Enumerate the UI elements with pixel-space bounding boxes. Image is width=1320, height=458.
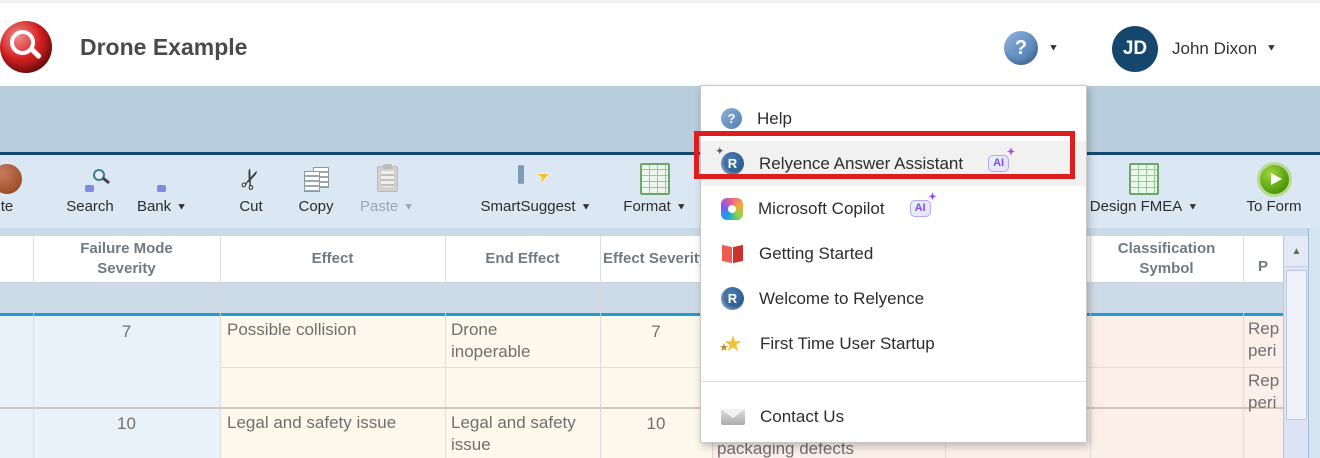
- bank-caret-icon: [176, 201, 187, 211]
- cut-button[interactable]: ✂ Cut: [226, 155, 276, 228]
- clipped-left-button[interactable]: te: [0, 155, 40, 228]
- grid-right-edge: [1308, 228, 1320, 458]
- relyence-app-window: Drone Example JD John Dixon Function Net…: [0, 0, 1320, 458]
- design-fmea-caret-icon: [1187, 201, 1198, 211]
- to-form-button[interactable]: To Form: [1240, 155, 1308, 228]
- help-button-icon[interactable]: [1004, 31, 1038, 65]
- worksheet-toolbar: te Search Bank ✂ Cut Copy Paste ➤ SmartS…: [0, 155, 1320, 377]
- search-icon: [79, 166, 105, 192]
- clipped-button-icon: [0, 164, 22, 194]
- header-classification-symbol: Classification Symbol: [1117, 239, 1216, 277]
- app-header: Drone Example JD John Dixon: [0, 0, 1320, 89]
- cell-end-effect[interactable]: Drone inoperable: [451, 319, 597, 363]
- user-dropdown-caret-icon[interactable]: [1266, 43, 1277, 53]
- cut-icon: ✂: [232, 163, 269, 195]
- cell-right-clipped[interactable]: Rep peri: [1248, 318, 1288, 362]
- grid-top-border: [0, 228, 1320, 236]
- annotation-highlight: [694, 131, 1075, 179]
- design-fmea-icon: [1129, 163, 1159, 195]
- user-name[interactable]: John Dixon: [1172, 39, 1257, 59]
- paste-caret-icon: [403, 201, 414, 211]
- menu-item-first-time-user-startup[interactable]: First Time User Startup: [701, 321, 1086, 366]
- header-end-effect: End Effect: [485, 249, 560, 267]
- cell-severity[interactable]: 7: [33, 321, 220, 343]
- design-fmea-label: Design FMEA: [1089, 198, 1183, 215]
- smartsuggest-icon: ➤: [518, 165, 554, 192]
- envelope-icon: [721, 408, 745, 425]
- header-p-partial: P: [1257, 257, 1268, 275]
- search-button[interactable]: Search: [58, 155, 122, 228]
- cell-severity[interactable]: 10: [33, 413, 220, 435]
- ai-badge-icon: AI: [909, 193, 937, 217]
- scrollbar-thumb[interactable]: [1286, 270, 1307, 420]
- smartsuggest-caret-icon: [581, 201, 592, 211]
- header-effect: Effect: [311, 249, 354, 267]
- smartsuggest-label: SmartSuggest: [480, 198, 576, 215]
- bank-icon: [151, 166, 173, 192]
- star-icon: [719, 333, 745, 359]
- book-icon: [721, 245, 744, 263]
- cell-effect[interactable]: Legal and safety issue: [227, 412, 443, 434]
- smartsuggest-button[interactable]: ➤ SmartSuggest: [470, 155, 602, 228]
- copy-button[interactable]: Copy: [286, 155, 346, 228]
- clipped-button-label: te: [0, 198, 14, 215]
- menu-divider: [701, 381, 1086, 382]
- copy-icon: [303, 166, 329, 192]
- worksheet-tab-bar: Function Net DW DFMEA Worksheet DV DVP&R: [0, 86, 1320, 238]
- cell-effect-severity[interactable]: 7: [600, 321, 712, 343]
- scroll-up-icon[interactable]: [1284, 236, 1309, 267]
- search-label: Search: [66, 198, 114, 215]
- format-button[interactable]: Format: [612, 155, 698, 228]
- help-dropdown-caret-icon[interactable]: [1048, 43, 1059, 53]
- cell-effect[interactable]: Possible collision: [227, 319, 441, 341]
- format-label: Format: [623, 198, 671, 215]
- relyence-icon: [721, 287, 744, 310]
- paste-icon: [376, 164, 398, 192]
- menu-item-microsoft-copilot[interactable]: Microsoft Copilot AI: [701, 186, 1086, 231]
- design-fmea-button[interactable]: Design FMEA: [1080, 155, 1208, 228]
- to-form-label: To Form: [1246, 198, 1302, 215]
- to-form-icon: [1259, 164, 1289, 194]
- bank-label: Bank: [136, 198, 172, 215]
- paste-button: Paste: [350, 155, 424, 228]
- format-icon: [640, 163, 670, 195]
- avatar[interactable]: JD: [1112, 26, 1158, 72]
- relyence-logo-icon: [0, 21, 52, 73]
- format-caret-icon: [676, 201, 687, 211]
- menu-item-welcome-to-relyence[interactable]: Welcome to Relyence: [701, 276, 1086, 321]
- help-icon: [721, 108, 742, 129]
- bank-button[interactable]: Bank: [126, 155, 198, 228]
- header-effect-severity: Effect Severity: [603, 249, 708, 267]
- cell-effect-severity[interactable]: 10: [600, 413, 712, 435]
- menu-item-contact-us[interactable]: Contact Us: [701, 394, 1086, 439]
- cell-end-effect[interactable]: Legal and safety issue: [451, 412, 599, 456]
- copy-label: Copy: [298, 198, 334, 215]
- header-failure-mode-severity: Failure Mode Severity: [80, 239, 173, 277]
- vertical-scrollbar[interactable]: [1283, 236, 1309, 458]
- page-title: Drone Example: [80, 34, 248, 60]
- paste-label: Paste: [359, 198, 399, 215]
- cut-label: Cut: [239, 198, 263, 215]
- menu-item-getting-started[interactable]: Getting Started: [701, 231, 1086, 276]
- cell-right-clipped[interactable]: Rep peri: [1248, 370, 1288, 414]
- copilot-icon: [721, 197, 743, 220]
